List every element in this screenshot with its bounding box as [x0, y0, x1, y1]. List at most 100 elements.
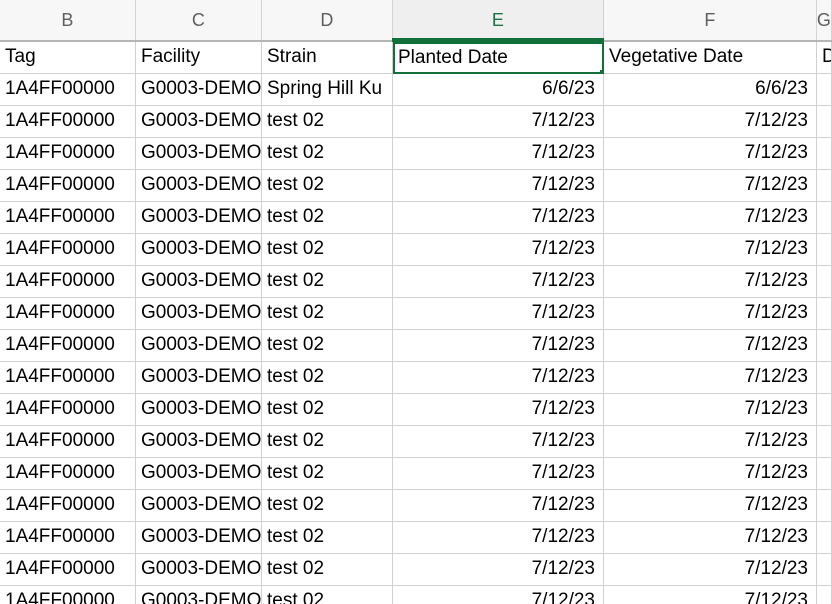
column-header-b[interactable]: B	[0, 0, 136, 40]
data-cell-d[interactable]: test 02	[262, 554, 393, 586]
data-cell-e[interactable]: 7/12/23	[393, 362, 604, 394]
data-cell-g[interactable]	[817, 266, 832, 298]
header-cell-d[interactable]: Strain	[262, 42, 393, 74]
data-cell-b[interactable]: 1A4FF00000	[0, 394, 136, 426]
data-cell-b[interactable]: 1A4FF00000	[0, 554, 136, 586]
data-cell-c[interactable]: G0003-DEMO	[136, 266, 262, 298]
data-cell-d[interactable]: test 02	[262, 458, 393, 490]
data-cell-g[interactable]	[817, 458, 832, 490]
data-cell-b[interactable]: 1A4FF00000	[0, 298, 136, 330]
data-cell-c[interactable]: G0003-DEMO	[136, 586, 262, 604]
column-header-g[interactable]: G	[817, 0, 832, 40]
data-cell-b[interactable]: 1A4FF00000	[0, 170, 136, 202]
data-cell-d[interactable]: test 02	[262, 106, 393, 138]
data-cell-c[interactable]: G0003-DEMO	[136, 458, 262, 490]
data-cell-f[interactable]: 7/12/23	[604, 234, 817, 266]
header-cell-e[interactable]: Planted Date	[393, 42, 604, 74]
data-cell-c[interactable]: G0003-DEMO	[136, 234, 262, 266]
data-cell-c[interactable]: G0003-DEMO	[136, 490, 262, 522]
column-header-d[interactable]: D	[262, 0, 393, 40]
data-cell-b[interactable]: 1A4FF00000	[0, 522, 136, 554]
data-cell-c[interactable]: G0003-DEMO	[136, 394, 262, 426]
column-header-f[interactable]: F	[604, 0, 817, 40]
data-cell-b[interactable]: 1A4FF00000	[0, 106, 136, 138]
data-cell-f[interactable]: 7/12/23	[604, 586, 817, 604]
data-cell-b[interactable]: 1A4FF00000	[0, 266, 136, 298]
data-cell-g[interactable]	[817, 202, 832, 234]
data-cell-g[interactable]	[817, 234, 832, 266]
data-cell-b[interactable]: 1A4FF00000	[0, 234, 136, 266]
data-cell-d[interactable]: Spring Hill Ku	[262, 74, 393, 106]
data-cell-f[interactable]: 7/12/23	[604, 554, 817, 586]
data-cell-b[interactable]: 1A4FF00000	[0, 202, 136, 234]
data-cell-c[interactable]: G0003-DEMO	[136, 74, 262, 106]
data-cell-g[interactable]	[817, 490, 832, 522]
data-cell-g[interactable]	[817, 362, 832, 394]
data-cell-g[interactable]	[817, 298, 832, 330]
data-cell-d[interactable]: test 02	[262, 362, 393, 394]
data-cell-d[interactable]: test 02	[262, 394, 393, 426]
data-cell-c[interactable]: G0003-DEMO	[136, 170, 262, 202]
column-header-e[interactable]: E	[392, 0, 604, 42]
data-cell-e[interactable]: 7/12/23	[393, 586, 604, 604]
data-cell-f[interactable]: 7/12/23	[604, 458, 817, 490]
data-cell-b[interactable]: 1A4FF00000	[0, 74, 136, 106]
data-cell-e[interactable]: 7/12/23	[393, 138, 604, 170]
data-cell-f[interactable]: 7/12/23	[604, 170, 817, 202]
data-cell-d[interactable]: test 02	[262, 330, 393, 362]
header-cell-f[interactable]: Vegetative Date	[604, 42, 817, 74]
header-cell-c[interactable]: Facility	[136, 42, 262, 74]
data-cell-d[interactable]: test 02	[262, 170, 393, 202]
data-cell-c[interactable]: G0003-DEMO	[136, 138, 262, 170]
fill-handle[interactable]	[599, 69, 602, 72]
data-cell-e[interactable]: 7/12/23	[393, 234, 604, 266]
data-cell-g[interactable]	[817, 330, 832, 362]
data-cell-d[interactable]: test 02	[262, 490, 393, 522]
data-cell-e[interactable]: 7/12/23	[393, 490, 604, 522]
data-cell-e[interactable]: 7/12/23	[393, 458, 604, 490]
data-cell-d[interactable]: test 02	[262, 138, 393, 170]
data-cell-e[interactable]: 6/6/23	[393, 74, 604, 106]
data-cell-f[interactable]: 7/12/23	[604, 522, 817, 554]
data-cell-e[interactable]: 7/12/23	[393, 554, 604, 586]
data-cell-d[interactable]: test 02	[262, 266, 393, 298]
data-cell-g[interactable]	[817, 554, 832, 586]
data-cell-g[interactable]	[817, 74, 832, 106]
data-cell-f[interactable]: 7/12/23	[604, 298, 817, 330]
data-cell-e[interactable]: 7/12/23	[393, 330, 604, 362]
data-cell-d[interactable]: test 02	[262, 586, 393, 604]
data-cell-b[interactable]: 1A4FF00000	[0, 490, 136, 522]
data-cell-f[interactable]: 7/12/23	[604, 138, 817, 170]
data-cell-f[interactable]: 7/12/23	[604, 330, 817, 362]
data-cell-f[interactable]: 7/12/23	[604, 202, 817, 234]
data-cell-e[interactable]: 7/12/23	[393, 298, 604, 330]
data-cell-c[interactable]: G0003-DEMO	[136, 362, 262, 394]
data-cell-f[interactable]: 7/12/23	[604, 426, 817, 458]
data-cell-b[interactable]: 1A4FF00000	[0, 362, 136, 394]
data-cell-e[interactable]: 7/12/23	[393, 522, 604, 554]
header-cell-g[interactable]: D	[817, 42, 832, 74]
data-cell-e[interactable]: 7/12/23	[393, 266, 604, 298]
data-cell-c[interactable]: G0003-DEMO	[136, 522, 262, 554]
header-cell-b[interactable]: Tag	[0, 42, 136, 74]
column-header-c[interactable]: C	[136, 0, 262, 40]
data-cell-d[interactable]: test 02	[262, 202, 393, 234]
data-cell-f[interactable]: 6/6/23	[604, 74, 817, 106]
data-cell-f[interactable]: 7/12/23	[604, 106, 817, 138]
data-cell-g[interactable]	[817, 586, 832, 604]
data-cell-d[interactable]: test 02	[262, 234, 393, 266]
data-cell-d[interactable]: test 02	[262, 426, 393, 458]
data-cell-f[interactable]: 7/12/23	[604, 490, 817, 522]
data-cell-f[interactable]: 7/12/23	[604, 362, 817, 394]
data-cell-e[interactable]: 7/12/23	[393, 394, 604, 426]
data-cell-e[interactable]: 7/12/23	[393, 202, 604, 234]
data-cell-b[interactable]: 1A4FF00000	[0, 330, 136, 362]
data-cell-g[interactable]	[817, 522, 832, 554]
data-cell-b[interactable]: 1A4FF00000	[0, 586, 136, 604]
data-cell-g[interactable]	[817, 138, 832, 170]
data-cell-e[interactable]: 7/12/23	[393, 106, 604, 138]
data-cell-b[interactable]: 1A4FF00000	[0, 138, 136, 170]
data-cell-f[interactable]: 7/12/23	[604, 394, 817, 426]
data-cell-d[interactable]: test 02	[262, 298, 393, 330]
data-cell-c[interactable]: G0003-DEMO	[136, 202, 262, 234]
